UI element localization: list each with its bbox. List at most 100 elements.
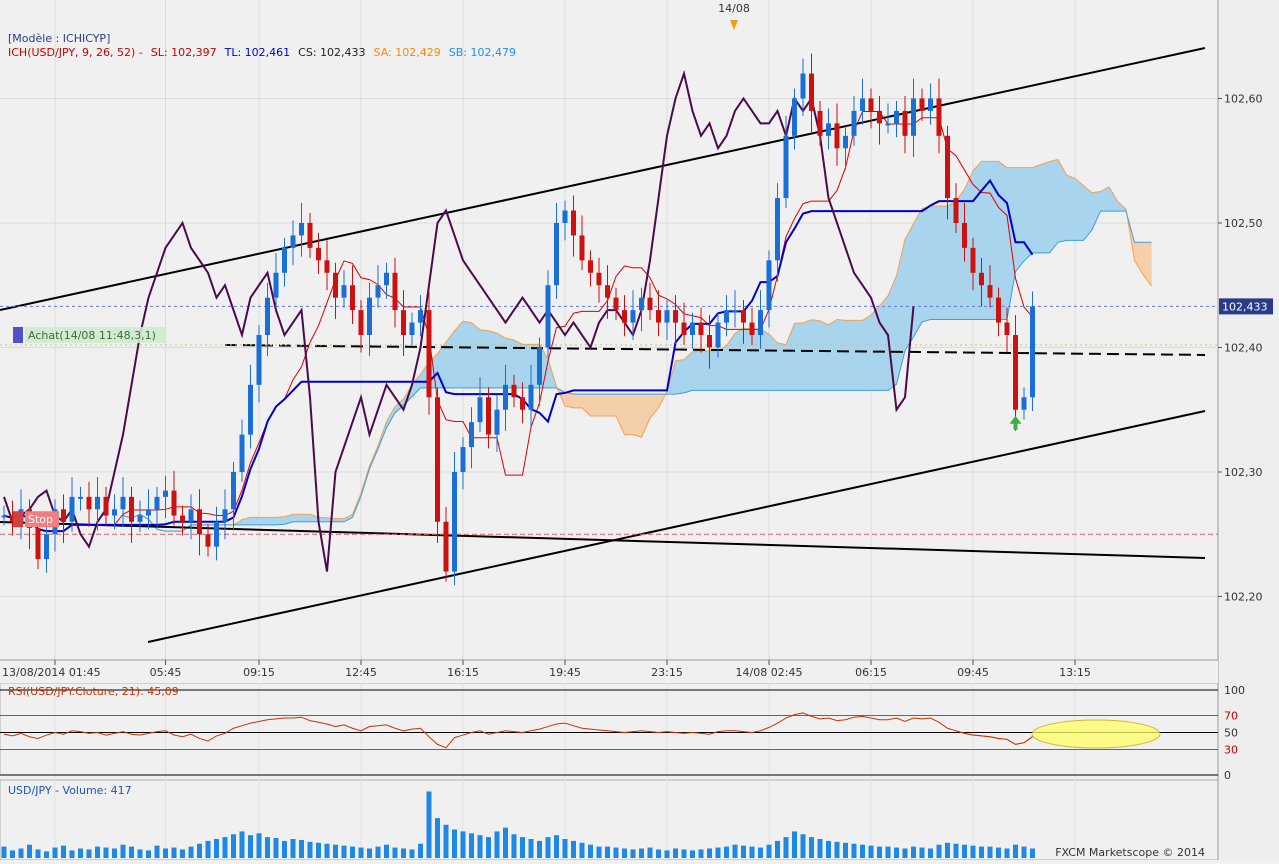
cloud-segment xyxy=(675,359,685,395)
candle-body xyxy=(1030,306,1035,398)
rsi-level-label: 30 xyxy=(1224,744,1238,757)
candle-body xyxy=(588,260,593,273)
candle-body xyxy=(656,310,661,323)
candle-body xyxy=(579,235,585,261)
rsi-level-label: 100 xyxy=(1224,684,1245,697)
volume-bar xyxy=(673,848,678,858)
volume-bar xyxy=(503,827,508,858)
candle-body xyxy=(1,515,7,518)
cloud-segment xyxy=(471,322,481,389)
cloud-segment xyxy=(267,517,277,526)
volume-bar xyxy=(554,835,559,858)
candle-body xyxy=(868,98,874,111)
candle-body xyxy=(622,310,627,323)
volume-bar xyxy=(732,844,738,858)
volume-bar xyxy=(987,846,993,858)
candle-body xyxy=(350,285,355,311)
candle-body xyxy=(724,310,729,323)
candle-body xyxy=(715,322,721,348)
candle-body xyxy=(367,297,372,336)
volume-bar xyxy=(171,847,177,858)
candle-body xyxy=(197,509,202,535)
volume-bar xyxy=(588,844,593,858)
candle-body xyxy=(851,110,857,136)
price-tick-label: 102,30 xyxy=(1224,466,1263,479)
volume-bar xyxy=(868,845,874,858)
volume-bar xyxy=(902,848,908,858)
time-axis: 13/08/2014 01:45 05:45 09:15 12:45 16:15 19:4… xyxy=(0,659,1218,683)
cloud-segment xyxy=(921,205,931,323)
cloud-segment xyxy=(624,393,634,435)
volume-bar xyxy=(970,845,976,858)
cloud-segment xyxy=(904,223,914,352)
cloud-segment xyxy=(802,319,812,391)
cloud-segment xyxy=(836,319,846,391)
candle-body xyxy=(707,335,712,348)
volume-bar xyxy=(95,846,100,858)
volume-bar xyxy=(452,829,457,858)
candle-body xyxy=(826,123,831,136)
candle-body xyxy=(732,310,738,313)
volume-bar xyxy=(248,835,253,858)
candle-body xyxy=(188,509,194,522)
cloud-segment xyxy=(292,514,302,523)
volume-bar xyxy=(477,835,483,858)
candle-body xyxy=(486,397,491,435)
volume-bar xyxy=(579,842,585,858)
volume-bar xyxy=(817,839,823,858)
volume-bar xyxy=(86,849,92,858)
candle-body xyxy=(596,272,602,286)
volume-bar xyxy=(333,844,338,858)
candle-body xyxy=(528,384,534,410)
volume-bar xyxy=(537,840,542,858)
volume-bar xyxy=(392,847,398,858)
price-tick-label: 102,50 xyxy=(1224,217,1263,230)
volume-bar xyxy=(460,831,466,858)
stop-marker-icon[interactable] xyxy=(13,511,23,528)
candle-body xyxy=(129,496,134,522)
volume-bar xyxy=(741,845,746,858)
candle-body xyxy=(248,384,253,435)
candle-body xyxy=(273,272,279,298)
cloud-segment xyxy=(709,350,719,391)
candle-body xyxy=(894,110,899,124)
cloud-segment xyxy=(522,344,532,389)
candle-body xyxy=(282,247,287,273)
candle-body xyxy=(307,222,313,248)
candle-body xyxy=(163,490,168,497)
legend-item: SA: 102,429 xyxy=(374,46,441,59)
cloud-segment xyxy=(743,327,753,391)
volume-bar xyxy=(384,844,389,858)
candle-body xyxy=(426,310,432,398)
candle-body xyxy=(324,260,330,273)
candle-body xyxy=(690,322,695,336)
candle-body xyxy=(741,310,746,323)
candle-body xyxy=(494,409,500,435)
cloud-segment xyxy=(879,295,889,391)
achat-marker-icon[interactable] xyxy=(13,326,23,343)
volume-bar xyxy=(409,849,415,858)
candle-body xyxy=(341,285,347,298)
cloud-segment xyxy=(1040,161,1050,254)
watermark: FXCM Marketscope © 2014 xyxy=(1055,846,1205,859)
rsi-level-label: 50 xyxy=(1224,727,1238,740)
cloud-segment xyxy=(768,333,778,391)
volume-bar xyxy=(826,840,831,858)
volume-bar xyxy=(1013,844,1018,858)
volume-bar xyxy=(256,833,262,858)
volume-bar xyxy=(1030,848,1035,858)
candle-body xyxy=(554,222,559,286)
cloud-segment xyxy=(717,345,727,391)
volume-bar xyxy=(78,848,83,858)
cloud-segment xyxy=(853,320,863,391)
candle-body xyxy=(673,310,678,323)
cloud-segment xyxy=(505,337,515,389)
cloud-segment xyxy=(751,328,761,391)
rsi-label: RSI(USD/JPY.Cloture, 21): 45,09 xyxy=(8,685,179,698)
candle-body xyxy=(256,335,262,385)
volume-bar xyxy=(358,847,364,858)
volume-bar xyxy=(350,846,355,858)
volume-bar xyxy=(571,840,576,858)
volume-bar xyxy=(511,834,517,858)
volume-bar xyxy=(61,845,66,858)
